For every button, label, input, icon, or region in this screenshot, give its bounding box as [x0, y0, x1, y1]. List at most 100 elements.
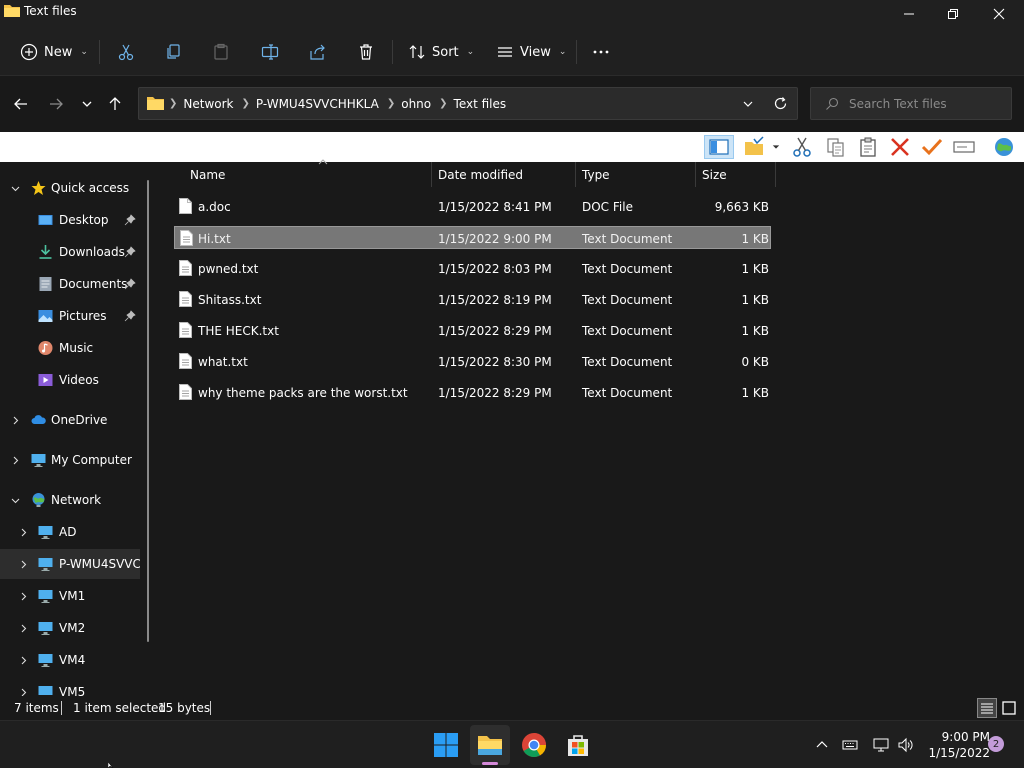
chevron-down-icon[interactable]: [10, 495, 20, 505]
chevron-down-icon[interactable]: [10, 183, 20, 193]
sort-button[interactable]: Sort ⌄: [408, 38, 474, 66]
file-row[interactable]: pwned.txt 1/15/2022 8:03 PM Text Documen…: [174, 257, 771, 280]
back-button[interactable]: [11, 94, 31, 114]
notification-badge[interactable]: 2: [988, 736, 1004, 752]
up-button[interactable]: [105, 94, 125, 114]
nav-pictures[interactable]: Pictures: [0, 301, 150, 331]
view-button[interactable]: View ⌄: [496, 38, 566, 66]
chevron-right-icon[interactable]: [10, 455, 20, 465]
chevron-right-icon[interactable]: [18, 623, 28, 633]
file-row-selected[interactable]: Hi.txt 1/15/2022 9:00 PM Text Document 1…: [174, 226, 771, 249]
taskbar-chrome[interactable]: [514, 725, 554, 765]
delete-button[interactable]: [357, 38, 375, 66]
toolbar-network-button[interactable]: [992, 135, 1016, 159]
chevron-right-icon[interactable]: [18, 687, 28, 696]
taskbar-file-explorer[interactable]: [470, 725, 510, 765]
column-header-type[interactable]: Type: [576, 162, 696, 187]
maximize-button[interactable]: [930, 0, 976, 28]
toolbar-strip: [0, 132, 1024, 162]
nav-videos[interactable]: Videos: [0, 365, 150, 395]
nav-network[interactable]: Network: [0, 485, 150, 515]
copy-button[interactable]: [165, 38, 183, 66]
breadcrumb-computer[interactable]: P-WMU4SVVCHHKLA: [250, 97, 387, 111]
nav-desktop-label: Desktop: [59, 213, 109, 227]
breadcrumb-ohno[interactable]: ohno: [395, 97, 439, 111]
nav-vm2[interactable]: VM2: [0, 613, 150, 643]
new-button[interactable]: New ⌄: [20, 38, 88, 66]
file-row[interactable]: what.txt 1/15/2022 8:30 PM Text Document…: [174, 350, 771, 373]
chevron-down-icon[interactable]: [741, 97, 755, 111]
show-hidden-icons-button[interactable]: [813, 736, 831, 754]
preview-pane-button[interactable]: [704, 135, 734, 159]
volume-tray-button[interactable]: [896, 736, 914, 754]
toolbar-paste-button[interactable]: [856, 135, 880, 159]
chevron-right-icon[interactable]: [18, 527, 28, 537]
toolbar-properties-button[interactable]: [920, 135, 944, 159]
dropdown-arrow-button[interactable]: [770, 135, 782, 159]
network-tray-button[interactable]: [872, 736, 890, 754]
refresh-icon[interactable]: [773, 96, 788, 111]
copy-icon: [827, 138, 844, 157]
nav-pc-selected[interactable]: P-WMU4SVVCHHKLA: [0, 549, 140, 579]
clock[interactable]: 9:00 PM 1/15/2022: [920, 729, 990, 761]
minimize-button[interactable]: [886, 0, 932, 28]
nav-downloads-label: Downloads: [59, 245, 125, 259]
item-count: 7 items: [14, 701, 59, 715]
chevron-right-icon[interactable]: [18, 559, 28, 569]
search-input[interactable]: [849, 95, 1004, 113]
file-date: 1/15/2022 8:03 PM: [438, 261, 552, 276]
file-row[interactable]: a.doc 1/15/2022 8:41 PM DOC File 9,663 K…: [174, 195, 771, 218]
file-row[interactable]: why theme packs are the worst.txt 1/15/2…: [174, 381, 771, 404]
cut-button[interactable]: [117, 38, 135, 66]
file-row[interactable]: Shitass.txt 1/15/2022 8:19 PM Text Docum…: [174, 288, 771, 311]
share-button[interactable]: [309, 38, 327, 66]
address-bar[interactable]: ❯ Network ❯ P-WMU4SVVCHHKLA ❯ ohno ❯ Tex…: [138, 87, 798, 120]
forward-button[interactable]: [46, 94, 66, 114]
nav-music[interactable]: Music: [0, 333, 150, 363]
nav-vm5[interactable]: VM5: [0, 677, 150, 696]
breadcrumb-text-files[interactable]: Text files: [448, 97, 515, 111]
column-header-name[interactable]: Name: [184, 162, 432, 187]
file-name: Hi.txt: [198, 231, 231, 246]
toolbar-rename-button[interactable]: [952, 135, 976, 159]
nav-scrollbar[interactable]: [147, 180, 149, 642]
nav-documents[interactable]: Documents: [0, 269, 150, 299]
search-box[interactable]: [810, 87, 1012, 120]
text-file-icon: [179, 322, 192, 338]
large-icons-view-button[interactable]: [999, 698, 1019, 718]
file-row[interactable]: THE HECK.txt 1/15/2022 8:29 PM Text Docu…: [174, 319, 771, 342]
chevron-right-icon[interactable]: [10, 415, 20, 425]
toolbar-copy-button[interactable]: [824, 135, 848, 159]
taskbar-store[interactable]: [558, 725, 598, 765]
file-size: 1 KB: [741, 292, 769, 307]
close-button[interactable]: [976, 0, 1022, 28]
breadcrumb-network[interactable]: Network: [177, 97, 241, 111]
folder-options-button[interactable]: [742, 135, 766, 159]
column-header-size[interactable]: Size: [696, 162, 776, 187]
recent-locations-button[interactable]: [77, 94, 97, 114]
file-size: 1 KB: [741, 261, 769, 276]
nav-downloads[interactable]: Downloads: [0, 237, 150, 267]
rename-button[interactable]: [261, 38, 279, 66]
nav-onedrive[interactable]: OneDrive: [0, 405, 150, 435]
chevron-right-icon[interactable]: [18, 591, 28, 601]
toolbar-cut-button[interactable]: [790, 135, 814, 159]
details-view-button[interactable]: [977, 698, 997, 718]
chevron-right-icon[interactable]: [18, 655, 28, 665]
paste-button[interactable]: [212, 38, 230, 66]
file-date: 1/15/2022 8:30 PM: [438, 354, 552, 369]
more-options-button[interactable]: [592, 38, 610, 66]
keyboard-tray-button[interactable]: [841, 736, 859, 754]
nav-ad[interactable]: AD: [0, 517, 150, 547]
taskbar: 9:00 PM 1/15/2022: [0, 720, 1024, 768]
nav-my-computer[interactable]: My Computer: [0, 445, 150, 475]
column-header-date[interactable]: Date modified: [432, 162, 576, 187]
pictures-icon: [38, 310, 53, 322]
file-date: 1/15/2022 9:00 PM: [438, 231, 552, 246]
nav-desktop[interactable]: Desktop: [0, 205, 150, 235]
nav-vm4[interactable]: VM4: [0, 645, 150, 675]
nav-quick-access[interactable]: Quick access: [0, 173, 150, 203]
nav-vm1[interactable]: VM1: [0, 581, 150, 611]
toolbar-delete-button[interactable]: [888, 135, 912, 159]
start-button[interactable]: [426, 725, 466, 765]
